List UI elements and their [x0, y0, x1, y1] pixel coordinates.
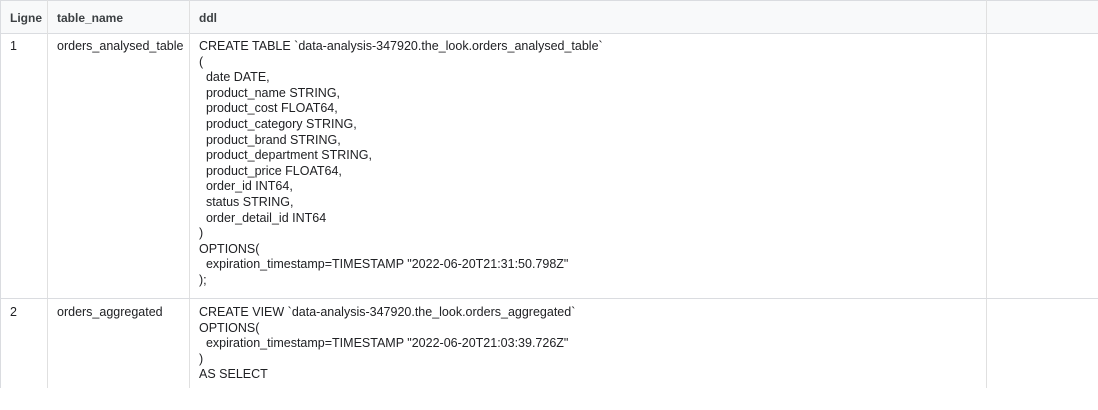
results-table: Ligne table_name ddl 1 orders_analysed_t…: [0, 0, 1098, 388]
table-name-cell[interactable]: orders_analysed_table: [47, 34, 189, 298]
row-number: 1: [10, 39, 17, 53]
column-divider: [986, 0, 987, 388]
ddl-cell[interactable]: CREATE VIEW `data-analysis-347920.the_lo…: [189, 299, 986, 388]
table-header: Ligne table_name ddl: [1, 0, 1098, 34]
column-header-line[interactable]: Ligne: [1, 1, 47, 35]
row-number: 2: [10, 305, 17, 319]
table-name-cell[interactable]: orders_aggregated: [47, 299, 189, 388]
column-header-ddl[interactable]: ddl: [189, 1, 986, 35]
ddl-cell[interactable]: CREATE TABLE `data-analysis-347920.the_l…: [189, 34, 986, 298]
column-header-table-name[interactable]: table_name: [47, 1, 189, 35]
